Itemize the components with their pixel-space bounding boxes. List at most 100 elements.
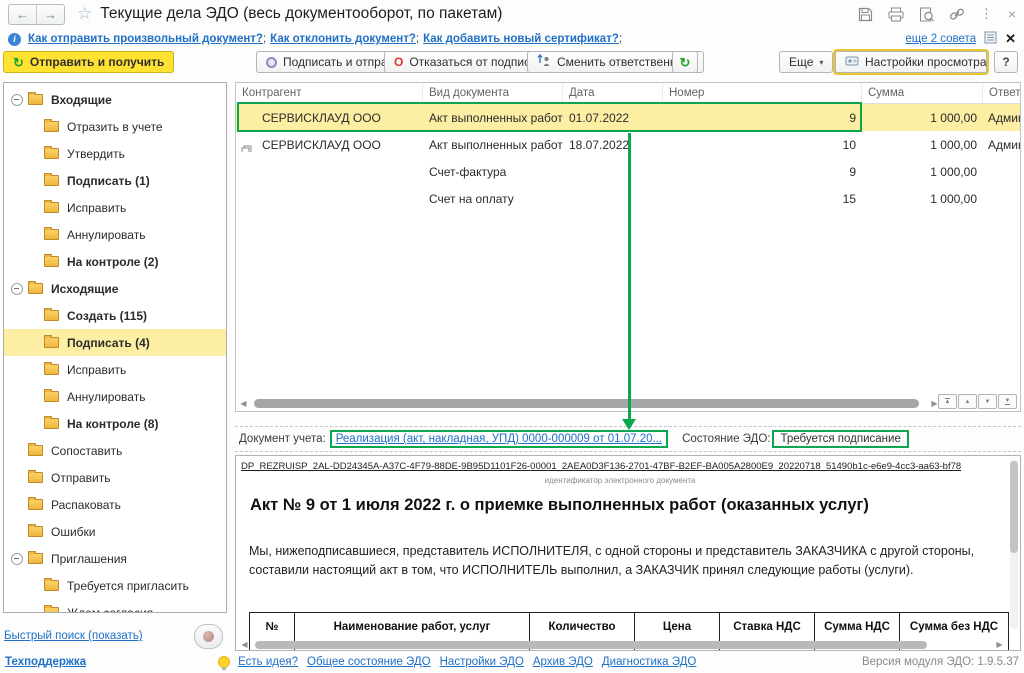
quick-search-clear-button[interactable] (194, 624, 223, 649)
sidebar-item[interactable]: На контроле (8) (4, 410, 226, 437)
accounting-doc-link[interactable]: Реализация (акт, накладная, УПД) 0000-00… (336, 433, 662, 445)
window-header: ← → ☆ Текущие дела ЭДО (весь документооб… (0, 0, 1024, 28)
tip-link-send-arbitrary[interactable]: Как отправить произвольный документ? (28, 33, 263, 45)
sidebar-item[interactable]: Приглашения (4, 545, 226, 572)
forward-icon: → (44, 7, 57, 22)
sidebar-item[interactable]: Аннулировать (4, 383, 226, 410)
print-icon[interactable] (888, 7, 904, 22)
act-title: Акт № 9 от 1 июля 2022 г. о приемке выпо… (250, 496, 990, 515)
column-header[interactable]: Сумма (862, 83, 983, 103)
sidebar-item-label: Подписать (4) (67, 336, 150, 350)
sidebar-item[interactable]: Утвердить (4, 140, 226, 167)
view-settings-button[interactable]: Настройки просмотра (835, 51, 987, 73)
close-icon[interactable]: × (1008, 6, 1016, 22)
page-title: Текущие дела ЭДО (весь документооборот, … (100, 5, 502, 23)
go-first-button[interactable]: ▲ (938, 394, 957, 409)
column-header[interactable]: Дата (563, 83, 663, 103)
sidebar-item[interactable]: Ждем согласия (4, 599, 226, 613)
sidebar-item[interactable]: Отправить (4, 464, 226, 491)
folder-icon (44, 121, 59, 132)
sidebar-item[interactable]: Распаковать (4, 491, 226, 518)
preview-vertical-scrollbar[interactable] (1010, 459, 1018, 629)
scroll-left-icon[interactable]: ◀ (239, 399, 248, 408)
row-navigation-buttons: ▲ ▲ ▼ ▼ (938, 394, 1017, 409)
sidebar-item[interactable]: Исправить (4, 356, 226, 383)
save-icon[interactable] (858, 7, 873, 22)
sidebar-item[interactable]: Сопоставить (4, 437, 226, 464)
sidebar-item[interactable]: Подписать (1) (4, 167, 226, 194)
edo-archive-link[interactable]: Архив ЭДО (533, 656, 593, 668)
sidebar-item[interactable]: На контроле (2) (4, 248, 226, 275)
column-header[interactable]: Контрагент (236, 83, 423, 103)
table-horizontal-scrollbar[interactable]: ◀ ▶ (239, 398, 939, 409)
sync-icon: ↻ (13, 56, 24, 69)
sidebar-item[interactable]: Аннулировать (4, 221, 226, 248)
cell-number: 10 (663, 138, 862, 152)
table-row-selected[interactable]: СЕРВИСКЛАУД ООО Акт выполненных работ 01… (236, 104, 1020, 131)
column-header[interactable]: Ответственный (983, 83, 1020, 103)
sidebar-item[interactable]: Ошибки (4, 518, 226, 545)
edo-overview-link[interactable]: Общее состояние ЭДО (307, 656, 431, 668)
collapse-toggle-icon[interactable] (11, 94, 23, 106)
edo-diagnostics-link[interactable]: Диагностика ЭДО (602, 656, 696, 668)
scroll-left-icon[interactable]: ◀ (240, 640, 249, 649)
print-preview-icon[interactable] (919, 7, 934, 22)
idea-link[interactable]: Есть идея? (238, 656, 298, 668)
get-link-icon[interactable] (949, 7, 965, 22)
sidebar-item[interactable]: Исправить (4, 194, 226, 221)
sidebar-item-label: Исходящие (51, 282, 118, 296)
scrollbar-thumb[interactable] (1010, 461, 1018, 553)
history-nav: ← → (8, 4, 65, 25)
tips-close-icon[interactable]: ✕ (1005, 31, 1016, 47)
collapse-toggle-icon[interactable] (11, 553, 23, 565)
folder-icon (44, 364, 59, 375)
cell-doc-type: Счет на оплату (423, 192, 563, 206)
edo-settings-link[interactable]: Настройки ЭДО (440, 656, 524, 668)
go-next-button[interactable]: ▼ (978, 394, 997, 409)
sidebar-item[interactable]: Создать (115) (4, 302, 226, 329)
back-button[interactable]: ← (9, 5, 36, 24)
edo-state-label: Состояние ЭДО: (682, 433, 770, 445)
folders-tree: Входящие Отразить в учете Утвердить Подп… (3, 82, 227, 613)
help-button[interactable]: ? (994, 51, 1018, 73)
cell-number: 15 (663, 192, 862, 206)
tips-bar: i Как отправить произвольный документ?; … (0, 29, 1024, 49)
tip-link-decline[interactable]: Как отклонить документ? (270, 33, 416, 45)
seal-icon (266, 57, 277, 68)
sidebar-item-label: На контроле (8) (67, 417, 158, 431)
tips-list-icon[interactable] (984, 31, 997, 47)
status-footer: Техподдержка Есть идея? Общее состояние … (0, 651, 1024, 673)
sidebar-item[interactable]: Исходящие (4, 275, 226, 302)
tip-link-add-certificate[interactable]: Как добавить новый сертификат? (423, 33, 619, 45)
favorite-star-icon[interactable]: ☆ (77, 4, 92, 24)
go-last-button[interactable]: ▼ (998, 394, 1017, 409)
go-previous-button[interactable]: ▲ (958, 394, 977, 409)
column-header[interactable]: Вид документа (423, 83, 563, 103)
scroll-right-icon[interactable]: ▶ (995, 640, 1004, 649)
cell-responsible: Администратор (983, 138, 1020, 152)
quick-search-link[interactable]: Быстрый поиск (показать) (4, 630, 143, 642)
cell-doc-type: Акт выполненных работ (423, 111, 563, 125)
sidebar-item[interactable]: Входящие (4, 86, 226, 113)
sidebar-item[interactable]: Требуется пригласить (4, 572, 226, 599)
folder-icon (28, 445, 43, 456)
folder-icon (44, 202, 59, 213)
send-receive-button[interactable]: ↻ Отправить и получить (3, 51, 174, 73)
collapse-toggle-icon[interactable] (11, 283, 23, 295)
scrollbar-thumb[interactable] (255, 641, 927, 649)
scrollbar-thumb[interactable] (254, 399, 919, 408)
go-previous-icon: ▲ (965, 399, 971, 405)
ball-icon (203, 631, 214, 642)
more-tips-link[interactable]: еще 2 совета (905, 33, 976, 45)
column-header[interactable]: Номер (663, 83, 862, 103)
folder-icon (44, 580, 59, 591)
forward-button[interactable]: → (36, 5, 64, 24)
support-link[interactable]: Техподдержка (5, 656, 86, 668)
preview-horizontal-scrollbar[interactable]: ◀ ▶ (240, 640, 1004, 649)
sidebar-item-selected[interactable]: Подписать (4) (4, 329, 226, 356)
sidebar-item[interactable]: Отразить в учете (4, 113, 226, 140)
cell-number: 9 (663, 111, 862, 125)
more-button[interactable]: Еще ▾ (779, 51, 833, 73)
refresh-button[interactable]: ↻ (672, 51, 698, 73)
more-menu-icon[interactable]: ⋮ (980, 6, 993, 22)
